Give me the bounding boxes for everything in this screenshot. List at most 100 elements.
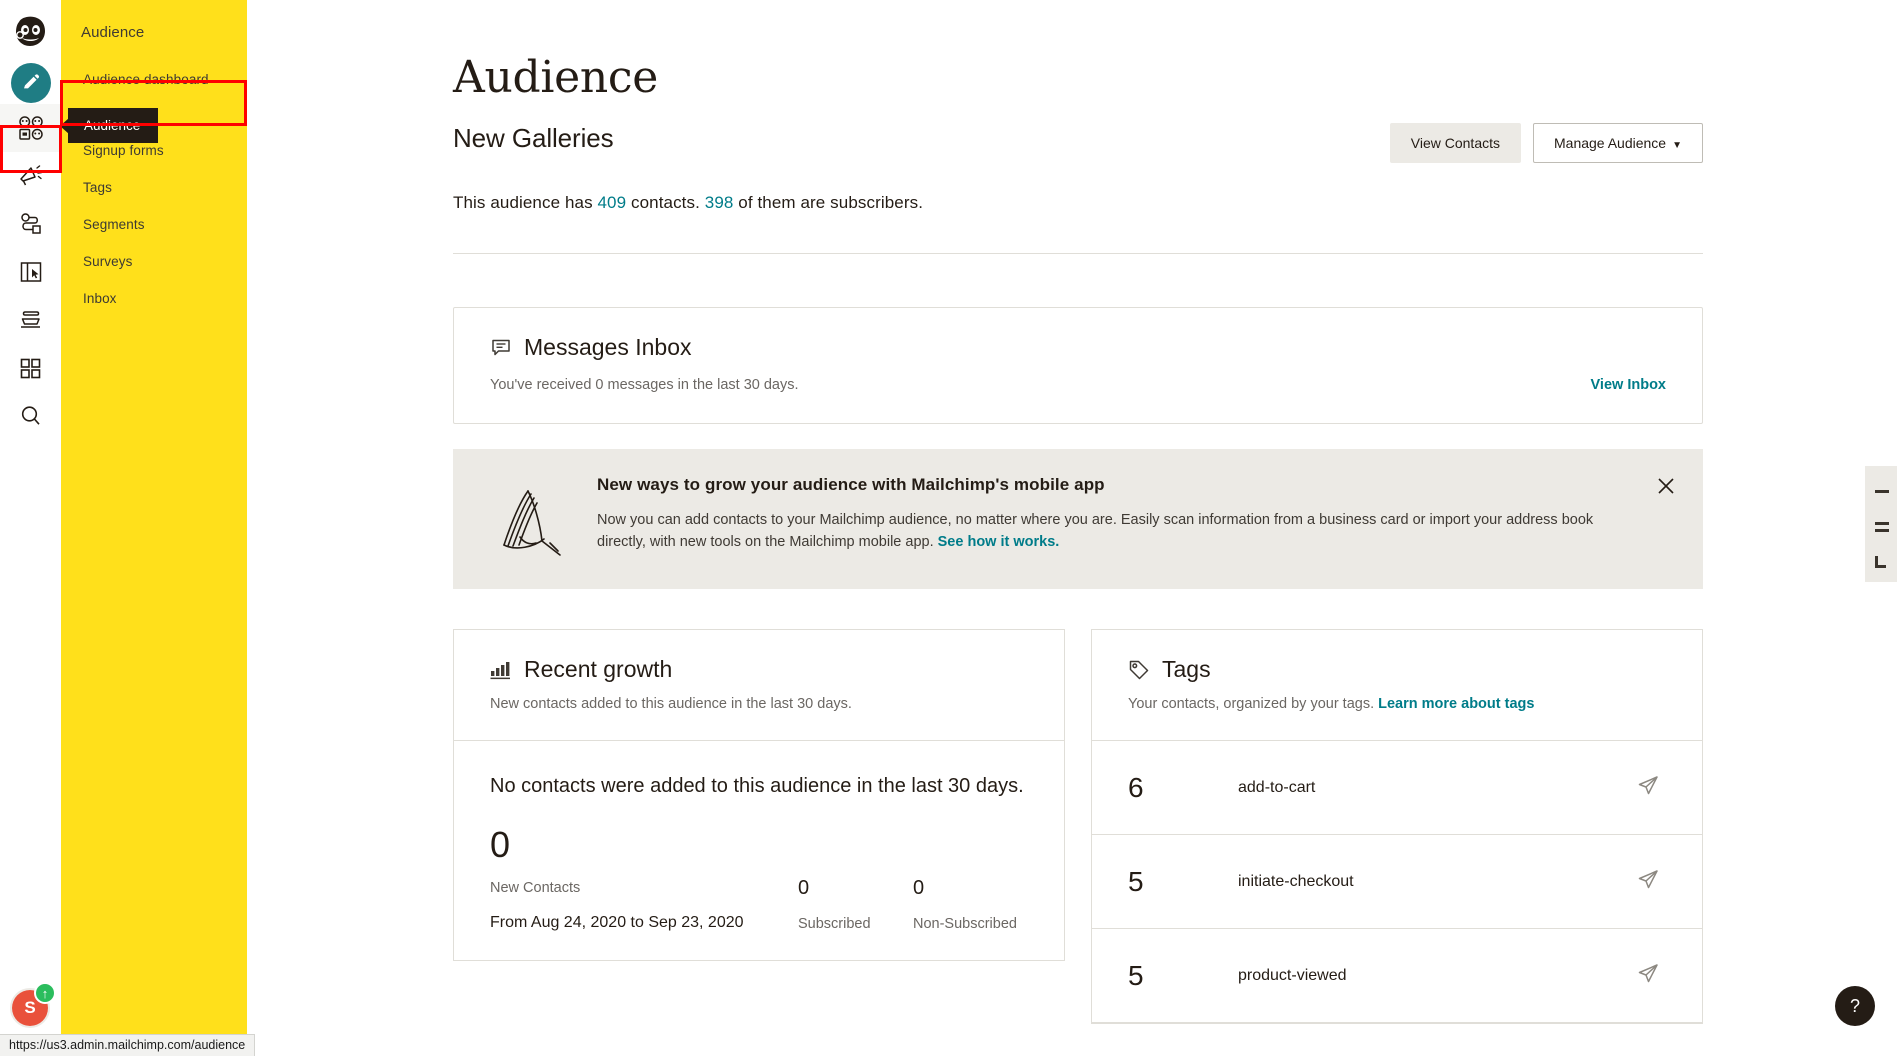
megaphone-icon (18, 164, 44, 188)
promo-body: New ways to grow your audience with Mail… (583, 475, 1673, 554)
header-action-buttons: View Contacts Manage Audience ▼ (1390, 123, 1703, 163)
bar-chart-icon (490, 660, 512, 680)
chevron-down-icon: ▼ (1672, 140, 1682, 151)
recent-growth-header: Recent growth New contacts added to this… (454, 630, 1064, 741)
help-button[interactable]: ? (1835, 986, 1875, 1026)
website-window-icon (19, 260, 43, 284)
new-contacts-value: 0 (490, 827, 1028, 863)
recent-growth-date-range: From Aug 24, 2020 to Sep 23, 2020 (490, 914, 798, 932)
contacts-total[interactable]: 409 (598, 193, 627, 212)
recent-growth-subtitle: New contacts added to this audience in t… (490, 696, 1028, 712)
pencil-icon (21, 73, 41, 93)
promo-text: Now you can add contacts to your Mailchi… (597, 509, 1633, 554)
account-avatar[interactable]: S ↑ (8, 984, 54, 1030)
new-contacts-block: New Contacts From Aug 24, 2020 to Sep 23… (490, 880, 798, 932)
subscribed-stat: 0 Subscribed (798, 877, 913, 932)
rail-item-integrations[interactable] (0, 344, 61, 392)
tag-count: 5 (1128, 960, 1238, 992)
contacts-subscribers[interactable]: 398 (705, 193, 734, 212)
nav-item-inbox[interactable]: Inbox (61, 280, 247, 317)
rail-item-audience[interactable] (0, 104, 61, 152)
tag-count: 6 (1128, 772, 1238, 804)
tag-name: initiate-checkout (1238, 873, 1636, 891)
table-row[interactable]: 5 product-viewed (1092, 929, 1702, 1023)
recent-growth-card: Recent growth New contacts added to this… (453, 629, 1065, 961)
promo-text-body: Now you can add contacts to your Mailchi… (597, 512, 1593, 550)
mailchimp-audience-page: S ↑ Audience Audience dashboard Signup f… (0, 0, 1897, 1056)
dashboard-columns: Recent growth New contacts added to this… (453, 629, 1703, 1024)
contacts-middle: contacts. (626, 193, 705, 212)
mailchimp-freddie-logo[interactable] (8, 10, 54, 56)
contacts-summary: This audience has 409 contacts. 398 of t… (453, 193, 1703, 213)
drawer-mark-3 (1875, 529, 1889, 532)
close-icon[interactable] (1655, 475, 1677, 497)
send-paper-plane-icon[interactable] (1636, 867, 1666, 896)
recent-growth-body: No contacts were added to this audience … (454, 741, 1064, 960)
header-divider (453, 253, 1703, 254)
chat-bubble-icon (490, 337, 512, 359)
audience-nav-panel: Audience Audience dashboard Signup forms… (61, 0, 247, 1056)
table-row[interactable]: 5 initiate-checkout (1092, 835, 1702, 929)
tags-subtitle: Your contacts, organized by your tags. (1128, 696, 1378, 712)
tags-subtitle-row: Your contacts, organized by your tags. L… (1128, 696, 1666, 712)
contacts-prefix: This audience has (453, 193, 598, 212)
rail-item-content-studio[interactable] (0, 296, 61, 344)
promo-title: New ways to grow your audience with Mail… (597, 475, 1633, 495)
messages-inbox-header: Messages Inbox (490, 334, 1666, 361)
drawer-mark-1 (1875, 490, 1889, 493)
see-how-it-works-link[interactable]: See how it works. (938, 534, 1060, 550)
manage-audience-label: Manage Audience (1554, 135, 1666, 151)
drawer-mark-5 (1875, 565, 1886, 568)
manage-audience-button[interactable]: Manage Audience ▼ (1533, 123, 1703, 163)
audience-tooltip: Audience (68, 108, 158, 143)
side-drawer-sliver[interactable] (1865, 466, 1897, 582)
mobile-app-promo-banner: New ways to grow your audience with Mail… (453, 449, 1703, 589)
nav-item-tags[interactable]: Tags (61, 169, 247, 206)
rail-item-automations[interactable] (0, 200, 61, 248)
rail-item-compose[interactable] (0, 56, 61, 104)
messages-inbox-body: You've received 0 messages in the last 3… (490, 377, 1666, 393)
rail-item-search[interactable] (0, 392, 61, 440)
contacts-suffix: of them are subscribers. (733, 193, 923, 212)
non-subscribed-label: Non-Subscribed (913, 916, 1028, 932)
rail-item-campaigns[interactable] (0, 152, 61, 200)
search-icon (19, 404, 43, 428)
nav-item-segments[interactable]: Segments (61, 206, 247, 243)
grid-squares-icon (19, 357, 42, 380)
send-paper-plane-icon[interactable] (1636, 961, 1666, 990)
tags-card: Tags Your contacts, organized by your ta… (1091, 629, 1703, 1024)
recent-growth-column: Recent growth New contacts added to this… (453, 629, 1065, 1024)
recent-growth-title-row: Recent growth (490, 656, 1028, 683)
upgrade-arrow-icon[interactable]: ↑ (34, 982, 56, 1004)
nav-item-surveys[interactable]: Surveys (61, 243, 247, 280)
tag-name: add-to-cart (1238, 779, 1636, 797)
subscribed-label: Subscribed (798, 916, 913, 932)
tags-column: Tags Your contacts, organized by your ta… (1091, 629, 1703, 1024)
tags-header: Tags Your contacts, organized by your ta… (1092, 630, 1702, 741)
recent-growth-stats: New Contacts From Aug 24, 2020 to Sep 23… (490, 877, 1028, 932)
nav-item-audience-dashboard[interactable]: Audience dashboard (61, 61, 247, 98)
content-column: Audience New Galleries View Contacts Man… (453, 52, 1703, 1024)
non-subscribed-value: 0 (913, 877, 1028, 900)
non-subscribed-stat: 0 Non-Subscribed (913, 877, 1028, 932)
drawer-mark-2 (1875, 522, 1889, 525)
subscribed-value: 0 (798, 877, 913, 900)
nav-header-title: Audience (61, 0, 247, 41)
icon-rail (0, 0, 61, 1056)
tags-title: Tags (1162, 656, 1211, 683)
tags-title-row: Tags (1128, 656, 1666, 683)
rail-item-website[interactable] (0, 248, 61, 296)
tag-count: 5 (1128, 866, 1238, 898)
table-row[interactable]: 6 add-to-cart (1092, 741, 1702, 835)
recent-growth-empty-message: No contacts were added to this audience … (490, 773, 1028, 801)
learn-more-about-tags-link[interactable]: Learn more about tags (1378, 696, 1534, 712)
view-inbox-link[interactable]: View Inbox (1591, 377, 1666, 393)
messages-inbox-title: Messages Inbox (524, 334, 691, 361)
compose-button[interactable] (11, 63, 51, 103)
new-contacts-label: New Contacts (490, 880, 798, 896)
send-paper-plane-icon[interactable] (1636, 773, 1666, 802)
content-studio-icon (18, 308, 44, 332)
view-contacts-button[interactable]: View Contacts (1390, 123, 1521, 163)
nav-list: Audience dashboard Signup forms Tags Seg… (61, 61, 247, 317)
tag-name: product-viewed (1238, 967, 1636, 985)
